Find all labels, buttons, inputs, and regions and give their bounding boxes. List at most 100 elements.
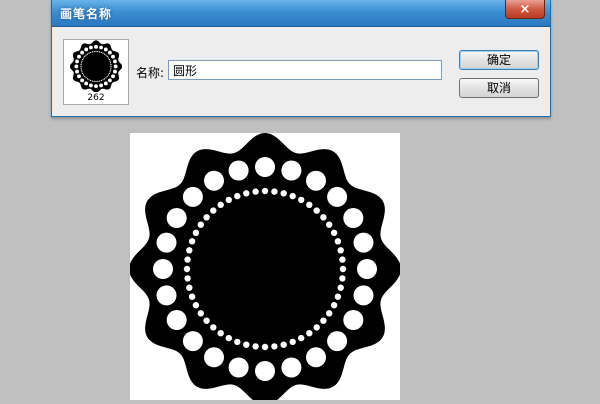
- inner-dot: [252, 188, 259, 195]
- inner-dot: [188, 238, 196, 245]
- brush-name-dialog: 画笔名称 × 262 名称: 确定 取消: [51, 0, 551, 117]
- outer-dot: [88, 83, 93, 88]
- inner-dot: [82, 72, 84, 75]
- outer-dot: [228, 160, 249, 181]
- inner-dot: [234, 338, 241, 346]
- brush-size-label: 262: [87, 93, 105, 103]
- inner-dot: [243, 341, 250, 348]
- inner-dot: [271, 188, 278, 195]
- inner-dot: [330, 302, 338, 309]
- inner-dot: [80, 65, 82, 68]
- inner-dot: [100, 79, 102, 82]
- inner-dot: [192, 302, 200, 309]
- inner-dot: [80, 64, 82, 66]
- ok-button[interactable]: 确定: [459, 50, 539, 70]
- inner-dot: [90, 51, 92, 54]
- inner-dot: [106, 55, 108, 58]
- inner-dot: [280, 341, 287, 348]
- outer-dot: [99, 45, 104, 50]
- outer-dot: [153, 259, 173, 279]
- outer-dot: [306, 347, 326, 368]
- inner-dot: [102, 79, 104, 81]
- inner-dot: [98, 80, 101, 82]
- inner-dot: [243, 190, 250, 197]
- brush-preview-icon: [70, 40, 122, 92]
- outer-dot: [84, 47, 89, 52]
- outer-dot: [353, 232, 374, 253]
- outer-dot: [111, 74, 115, 79]
- inner-dot: [103, 53, 106, 55]
- inner-dot: [289, 192, 296, 200]
- inner-dot: [339, 256, 346, 263]
- inner-dot: [85, 77, 87, 79]
- outer-dot: [77, 54, 81, 59]
- inner-dot: [271, 343, 278, 350]
- inner-dot: [192, 229, 200, 236]
- inner-dot: [88, 52, 90, 54]
- outer-dot: [74, 64, 79, 69]
- outer-dot: [281, 357, 302, 378]
- outer-dot: [327, 331, 348, 352]
- outer-dot: [113, 69, 117, 74]
- inner-dot: [80, 67, 82, 69]
- inner-dot: [203, 317, 210, 324]
- inner-dot: [334, 238, 342, 245]
- inner-dot: [80, 62, 83, 64]
- inner-dot: [306, 201, 313, 208]
- inner-dot: [80, 69, 83, 71]
- inner-dot: [339, 265, 347, 273]
- inner-dot: [330, 229, 338, 236]
- inner-dot: [334, 293, 342, 300]
- inner-dot: [110, 67, 112, 69]
- inner-dot: [91, 80, 94, 82]
- inner-dot: [84, 55, 86, 58]
- outer-dot: [166, 310, 187, 330]
- inner-dot: [188, 293, 196, 300]
- outer-dot: [182, 186, 203, 207]
- inner-dot: [217, 330, 224, 337]
- inner-dot: [261, 343, 269, 351]
- inner-dot: [313, 207, 320, 214]
- outer-dot: [327, 186, 348, 207]
- inner-dot: [225, 196, 232, 204]
- outer-dot: [103, 81, 108, 86]
- dialog-titlebar[interactable]: 画笔名称 ×: [52, 0, 550, 27]
- inner-dot: [82, 58, 84, 61]
- outer-dot: [357, 259, 377, 279]
- inner-dot: [203, 214, 210, 221]
- inner-dot: [298, 196, 305, 204]
- outer-dot: [88, 45, 93, 50]
- inner-dot: [83, 57, 85, 59]
- inner-dot: [110, 64, 112, 66]
- outer-dot: [166, 208, 187, 228]
- close-button[interactable]: ×: [505, 0, 545, 19]
- inner-dot: [320, 317, 327, 324]
- inner-dot: [98, 51, 101, 53]
- inner-dot: [108, 72, 110, 75]
- outer-dot: [94, 84, 98, 89]
- outer-dot: [75, 69, 79, 74]
- inner-dot: [289, 338, 296, 346]
- outer-dot: [80, 78, 85, 83]
- cancel-button[interactable]: 取消: [459, 78, 539, 98]
- inner-dot: [186, 247, 193, 254]
- outer-dot: [255, 361, 275, 381]
- outer-dot: [113, 59, 117, 64]
- inner-dot: [326, 221, 333, 228]
- inner-dot: [97, 50, 99, 53]
- inner-dot: [210, 207, 217, 214]
- inner-dot: [337, 247, 344, 254]
- inner-dot: [109, 69, 112, 71]
- outer-dot: [343, 208, 364, 228]
- outer-dot: [111, 54, 115, 59]
- outer-dot: [156, 285, 177, 306]
- inner-dot: [306, 330, 313, 337]
- outer-dot: [306, 170, 326, 191]
- inner-dot: [100, 51, 102, 54]
- name-input[interactable]: [168, 60, 442, 80]
- inner-dot: [93, 80, 95, 83]
- inner-dot: [105, 54, 107, 56]
- inner-dot: [313, 324, 320, 331]
- inner-dot: [88, 79, 90, 81]
- inner-dot: [107, 74, 109, 76]
